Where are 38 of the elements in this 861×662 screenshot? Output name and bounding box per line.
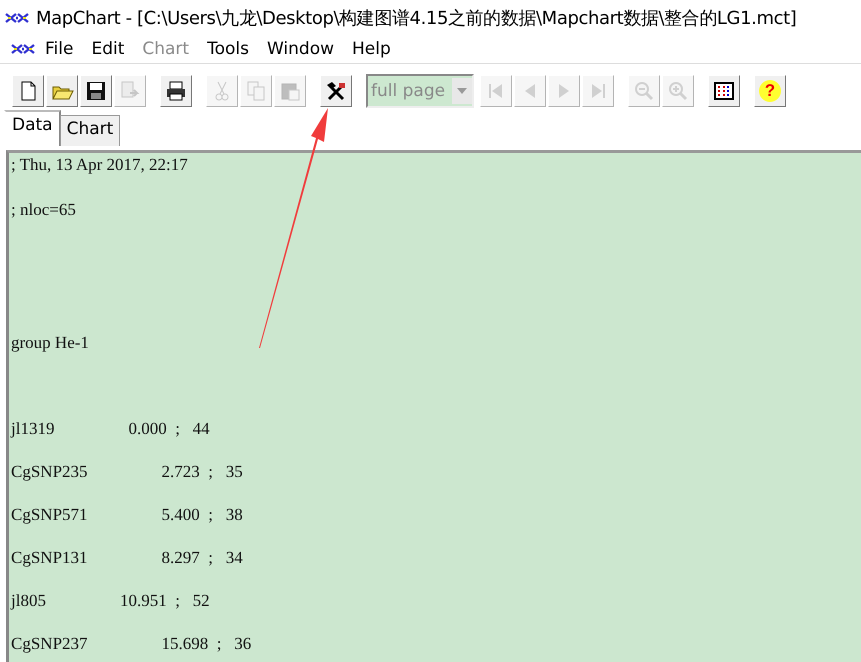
marker-name: CgSNP571 [11,505,88,525]
app-logo-icon [4,10,30,24]
new-file-button[interactable] [12,75,44,107]
marker-name: jl1319 [11,419,54,439]
menu-item[interactable]: Edit [82,39,134,59]
marker-name: CgSNP237 [11,634,88,654]
system-menu-icon [10,42,36,56]
marker-position: 5.400 ; 38 [162,505,243,525]
marker-position: 15.698 ; 36 [162,634,252,654]
menu-item[interactable]: Help [343,39,400,59]
caret-icon [457,88,467,94]
help-button[interactable]: ? [754,75,786,107]
save-icon [84,79,108,103]
marker-position: 2.723 ; 35 [162,462,243,482]
chart-colors-button[interactable] [708,75,740,107]
marker-name: jl805 [11,591,46,611]
menu-item[interactable]: File [36,39,82,59]
print-button[interactable] [160,75,192,107]
print-icon [164,79,188,103]
window-title: MapChart - [C:\Users\九龙\Desktop\构建图谱4.15之前的数据\Mapchart数据\整合的LG1.mct] [36,6,796,30]
open-folder-button[interactable] [46,75,78,107]
marker-position: 8.297 ; 34 [162,548,243,568]
marker-name: CgSNP131 [11,548,88,568]
marker-position: 0.000 ; 44 [128,419,210,439]
zoom-out-icon [632,79,656,103]
zoom-in-icon [666,79,690,103]
tab[interactable]: Data [4,110,61,146]
save-button[interactable] [80,75,112,107]
comment-line: ; Thu, 13 Apr 2017, 22:17 [11,155,188,175]
marker-position: 10.951 ; 52 [120,591,210,611]
marker-name: CgSNP235 [11,462,88,482]
help-icon: ? [759,80,781,102]
menu-item[interactable]: Tools [198,39,258,59]
group-line: group He-1 [11,333,89,353]
comment-line: ; nloc=65 [11,200,76,220]
tab[interactable]: Chart [60,115,120,146]
chart-colors-icon [712,79,736,103]
menu-item[interactable]: Window [258,39,344,59]
